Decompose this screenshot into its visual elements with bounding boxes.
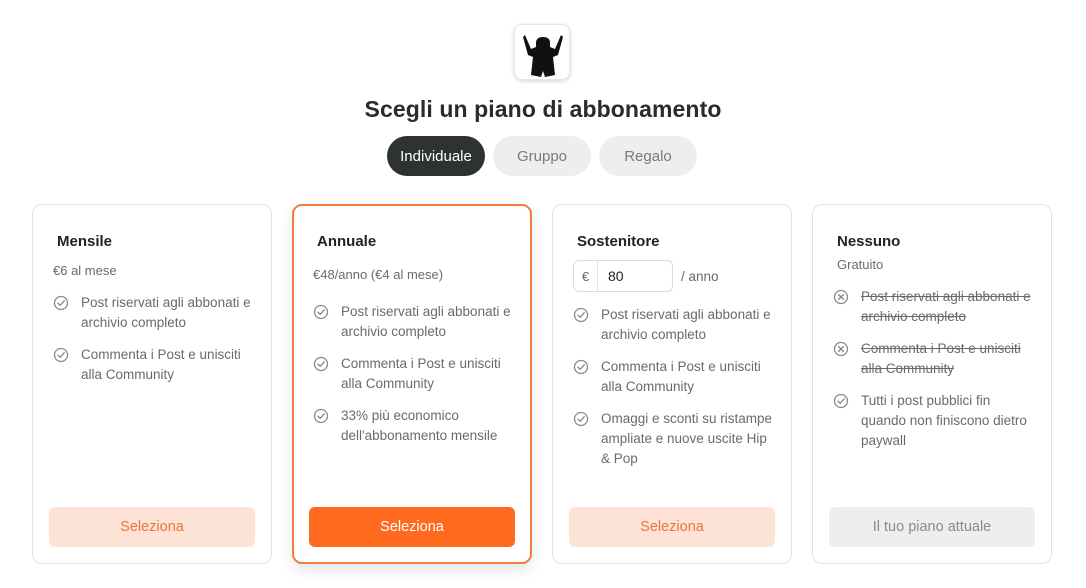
- amount-input[interactable]: € 80: [573, 260, 673, 292]
- feature-list: Post riservati agli abbonati e archivio …: [573, 305, 779, 481]
- plan-type-tabs: Individuale Gruppo Regalo: [387, 136, 697, 176]
- feature-item: Post riservati agli abbonati e archivio …: [313, 302, 518, 342]
- feature-list: Post riservati agli abbonati e archivio …: [53, 293, 259, 397]
- tab-individuale[interactable]: Individuale: [387, 136, 485, 176]
- feature-item: Tutti i post pubblici fin quando non fin…: [833, 391, 1039, 451]
- publication-logo: [514, 24, 570, 80]
- feature-item: Commenta i Post e unisciti alla Communit…: [833, 339, 1039, 379]
- tab-gruppo[interactable]: Gruppo: [493, 136, 591, 176]
- feature-item: 33% più economico dell'abbonamento mensi…: [313, 406, 518, 446]
- currency-symbol: €: [574, 261, 598, 291]
- check-circle-icon: [573, 359, 589, 375]
- feature-item: Post riservati agli abbonati e archivio …: [833, 287, 1039, 327]
- plan-card-mensile[interactable]: Mensile €6 al mese Post riservati agli a…: [32, 204, 272, 564]
- feature-text: Commenta i Post e unisciti alla Communit…: [81, 347, 241, 382]
- check-circle-icon: [313, 304, 329, 320]
- feature-item: Commenta i Post e unisciti alla Communit…: [573, 357, 779, 397]
- feature-text: Commenta i Post e unisciti alla Communit…: [601, 359, 761, 394]
- x-circle-icon: [833, 341, 849, 357]
- check-circle-icon: [313, 356, 329, 372]
- feature-list: Post riservati agli abbonati e archivio …: [833, 287, 1039, 463]
- feature-text: Commenta i Post e unisciti alla Communit…: [861, 341, 1021, 376]
- feature-item: Post riservati agli abbonati e archivio …: [573, 305, 779, 345]
- feature-text: Omaggi e sconti su ristampe ampliate e n…: [601, 411, 773, 466]
- feature-text: Post riservati agli abbonati e archivio …: [81, 295, 251, 330]
- plan-card-nessuno[interactable]: Nessuno Gratuito Post riservati agli abb…: [812, 204, 1052, 564]
- check-circle-icon: [573, 411, 589, 427]
- feature-item: Commenta i Post e unisciti alla Communit…: [53, 345, 259, 385]
- feature-list: Post riservati agli abbonati e archivio …: [313, 302, 518, 458]
- plan-price: Gratuito: [837, 257, 884, 272]
- select-mensile-button[interactable]: Seleziona: [49, 507, 255, 547]
- check-circle-icon: [313, 408, 329, 424]
- plan-price: €48/anno (€4 al mese): [313, 267, 444, 282]
- amount-value[interactable]: 80: [598, 268, 624, 284]
- x-circle-icon: [833, 289, 849, 305]
- page-title: Scegli un piano di abbonamento: [364, 96, 722, 122]
- plan-card-annuale[interactable]: Annuale €48/anno (€4 al mese) Post riser…: [292, 204, 532, 564]
- amount-period: / anno: [681, 268, 719, 284]
- check-circle-icon: [53, 347, 69, 363]
- feature-item: Commenta i Post e unisciti alla Communit…: [313, 354, 518, 394]
- amount-field-group: € 80 / anno: [573, 260, 719, 292]
- current-plan-button[interactable]: Il tuo piano attuale: [829, 507, 1035, 547]
- tab-regalo[interactable]: Regalo: [599, 136, 697, 176]
- feature-item: Post riservati agli abbonati e archivio …: [53, 293, 259, 333]
- plan-name: Nessuno: [837, 233, 901, 250]
- plan-name: Annuale: [317, 233, 377, 250]
- check-circle-icon: [53, 295, 69, 311]
- check-circle-icon: [573, 307, 589, 323]
- feature-text: Commenta i Post e unisciti alla Communit…: [341, 356, 501, 391]
- feature-item: Omaggi e sconti su ristampe ampliate e n…: [573, 409, 779, 469]
- select-annuale-button[interactable]: Seleziona: [309, 507, 515, 547]
- feature-text: Post riservati agli abbonati e archivio …: [601, 307, 771, 342]
- feature-text: 33% più economico dell'abbonamento mensi…: [341, 408, 498, 443]
- feature-text: Post riservati agli abbonati e archivio …: [341, 304, 511, 339]
- feature-text: Post riservati agli abbonati e archivio …: [861, 289, 1031, 324]
- plan-name: Sostenitore: [577, 233, 660, 250]
- check-circle-icon: [833, 393, 849, 409]
- plan-name: Mensile: [57, 233, 113, 250]
- feature-text: Tutti i post pubblici fin quando non fin…: [861, 393, 1027, 448]
- plan-price: €6 al mese: [53, 263, 117, 278]
- plan-card-sostenitore[interactable]: Sostenitore € 80 / anno Post riservati a…: [552, 204, 792, 564]
- select-sostenitore-button[interactable]: Seleziona: [569, 507, 775, 547]
